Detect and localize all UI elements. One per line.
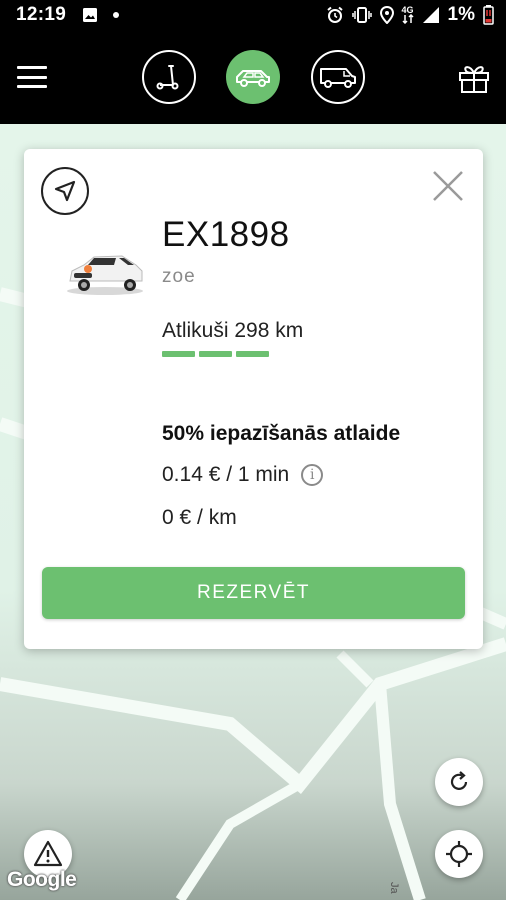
refresh-button[interactable] <box>435 758 483 806</box>
image-notification-icon <box>82 7 98 23</box>
reserve-button[interactable]: REZERVĒT <box>42 567 465 619</box>
car-mode-button[interactable] <box>226 50 280 104</box>
dot-icon <box>112 11 120 19</box>
range-segment <box>162 351 195 357</box>
range-indicator <box>162 351 269 357</box>
car-icon <box>236 70 270 87</box>
gift-icon[interactable] <box>456 60 492 96</box>
location-icon <box>379 6 394 24</box>
hamburger-menu-icon[interactable] <box>17 66 47 88</box>
vibrate-icon <box>351 7 372 23</box>
van-icon <box>320 68 356 88</box>
price-per-minute: 0.14 € / 1 min <box>162 463 290 486</box>
license-plate: EX1898 <box>162 215 290 254</box>
info-icon[interactable]: i <box>301 464 324 486</box>
street-label: Ja <box>388 882 400 894</box>
price-per-km: 0 € / km <box>162 506 237 529</box>
my-location-button[interactable] <box>435 830 483 878</box>
car-model: zoe <box>162 266 196 287</box>
refresh-icon <box>450 771 468 790</box>
van-mode-button[interactable] <box>311 50 365 104</box>
car-photo <box>64 247 146 297</box>
crosshair-icon <box>446 841 472 867</box>
network-label: 4G <box>401 5 414 15</box>
promo-text: 50% iepazīšanās atlaide <box>162 422 401 445</box>
status-bar: 12:19 4G 1% <box>0 0 506 30</box>
top-app-bar <box>0 30 506 124</box>
battery-low-icon <box>483 5 494 25</box>
remaining-range: Atlikuši 298 km <box>162 319 304 342</box>
network-4g-icon: 4G <box>402 6 414 24</box>
vehicle-card: EX1898 zoe Atlikuši 298 km 50% iepazīšan… <box>24 149 483 649</box>
status-time: 12:19 <box>16 4 67 25</box>
warning-icon <box>33 840 63 867</box>
scooter-mode-button[interactable] <box>142 50 196 104</box>
range-segment <box>199 351 232 357</box>
close-icon[interactable] <box>431 169 465 203</box>
navigate-icon[interactable] <box>41 167 89 215</box>
signal-icon <box>422 6 440 24</box>
price-per-minute-row: 0.14 € / 1 min i <box>162 463 324 487</box>
scooter-icon <box>156 65 179 90</box>
alarm-icon <box>326 6 344 24</box>
google-attribution: Google <box>7 868 77 891</box>
battery-percent: 1% <box>447 4 475 25</box>
range-segment <box>236 351 269 357</box>
